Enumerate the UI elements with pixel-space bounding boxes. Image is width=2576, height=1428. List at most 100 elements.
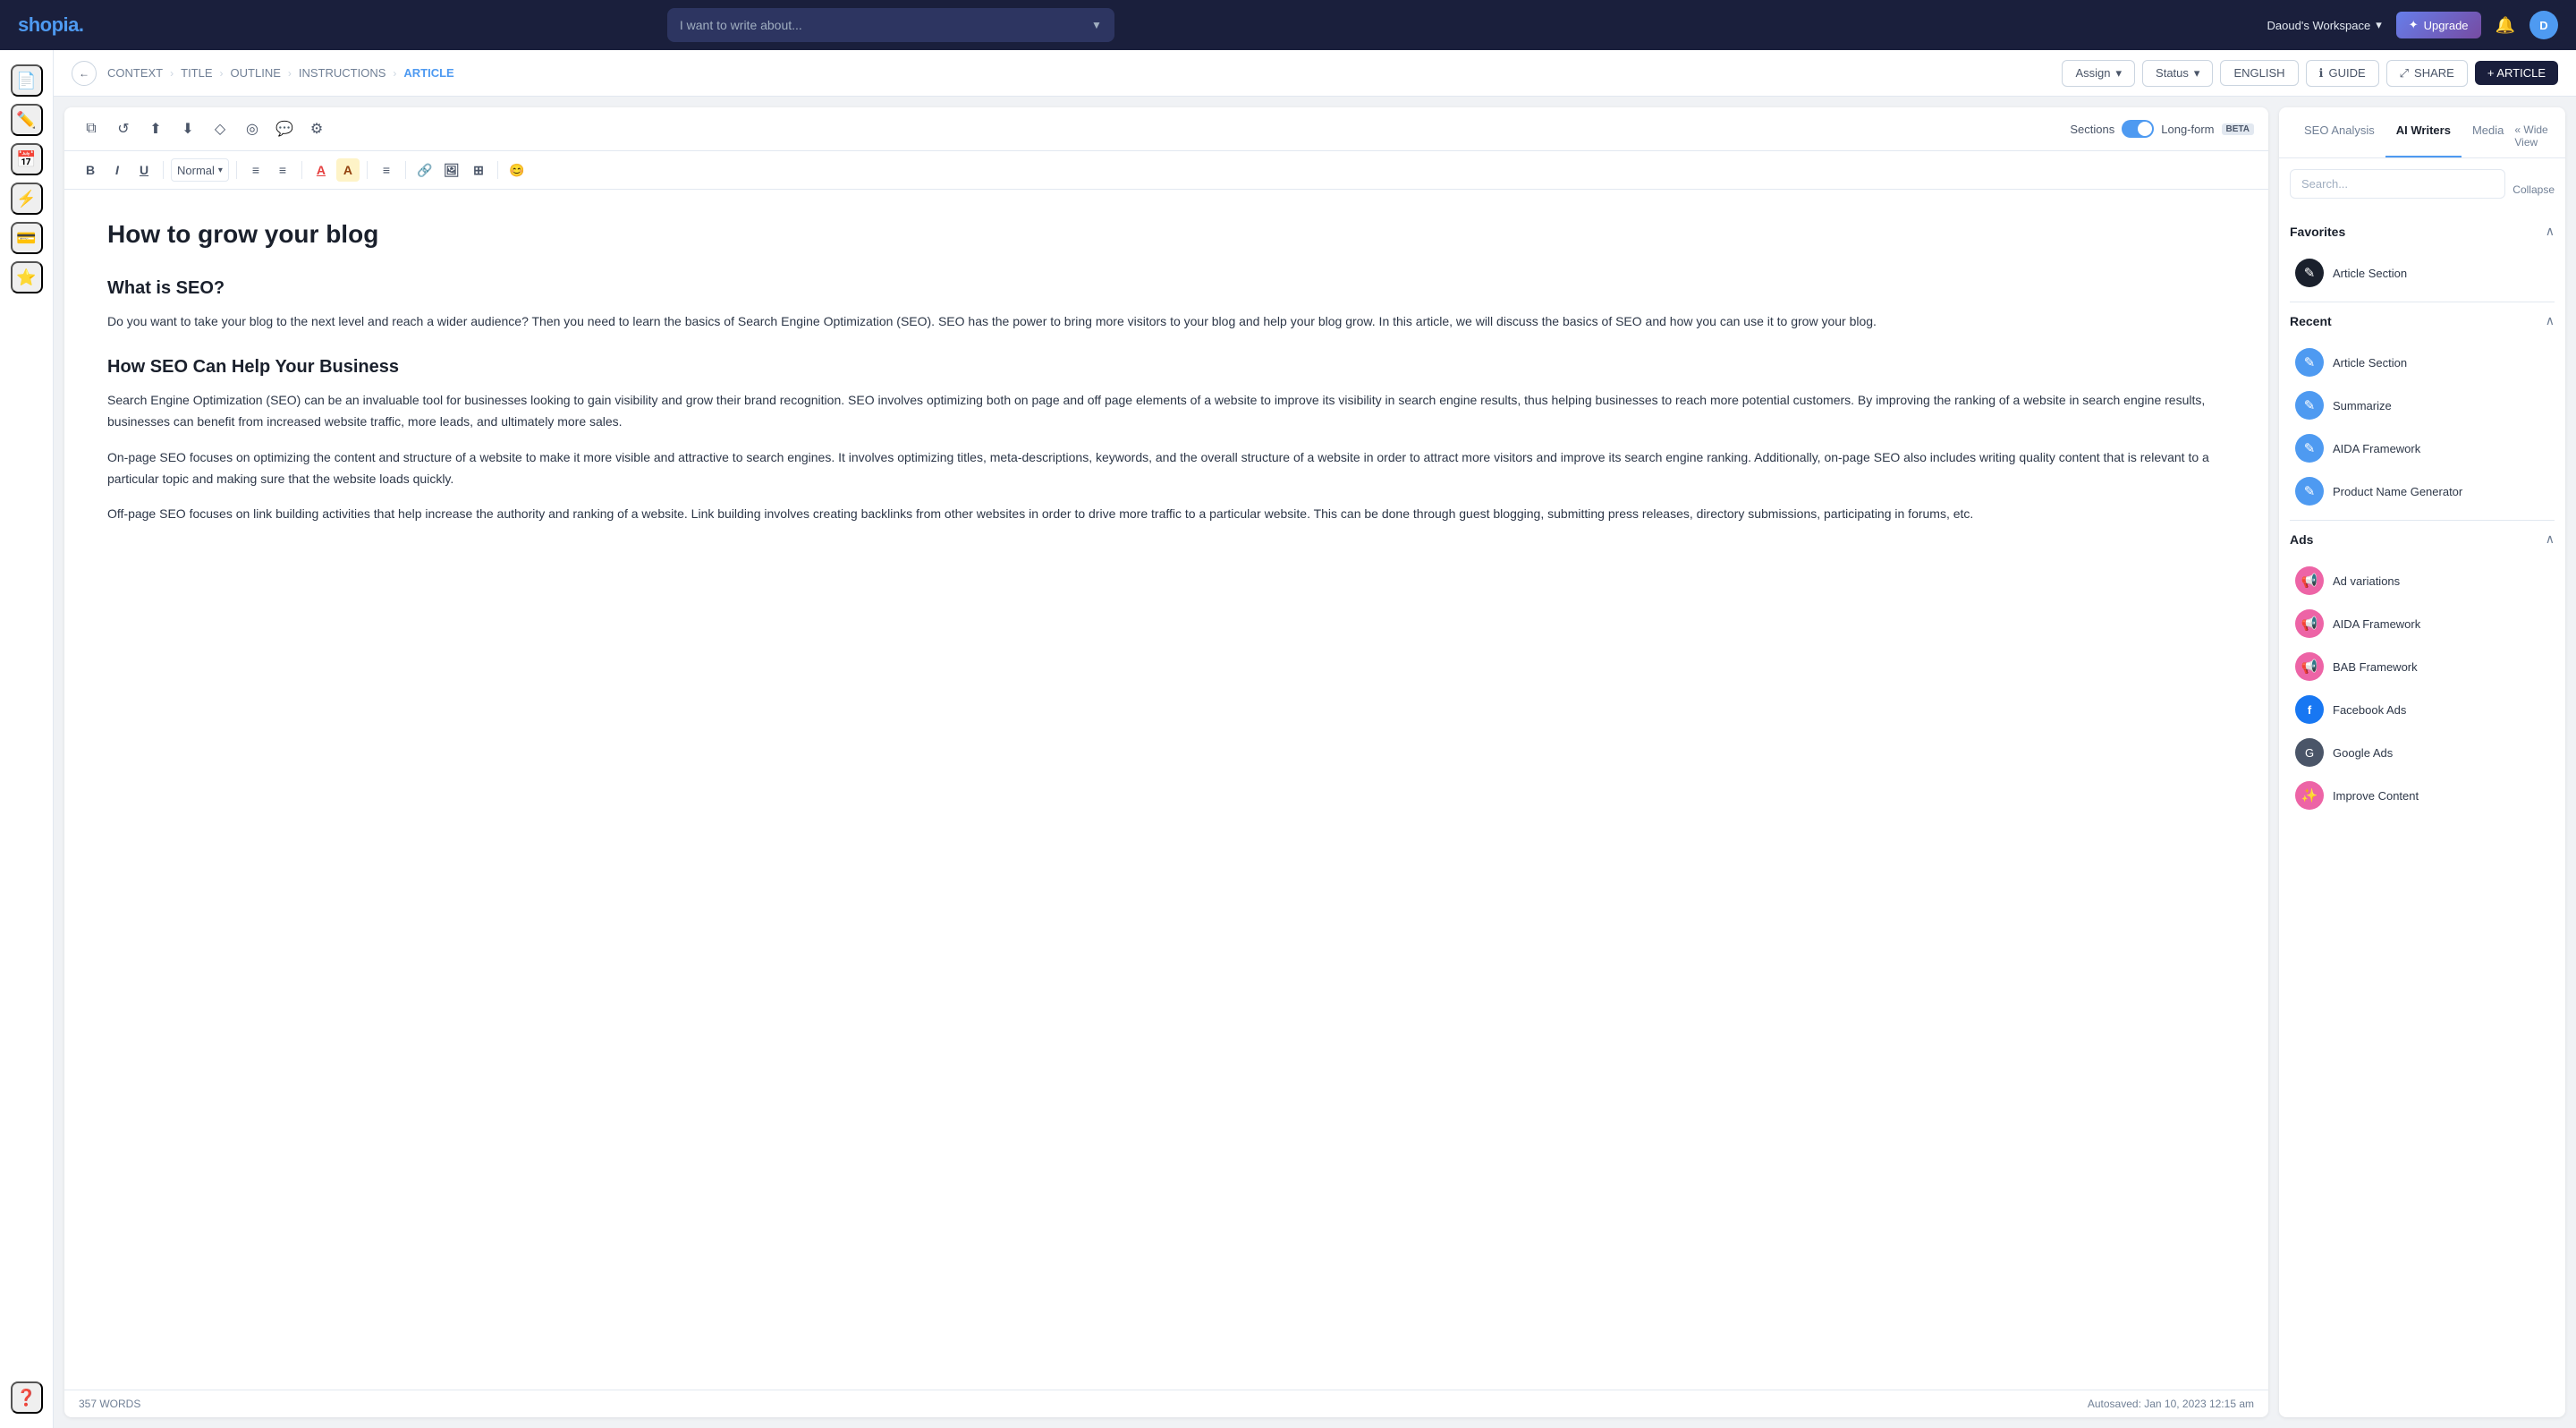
circle-icon[interactable]: ◎	[240, 116, 265, 141]
status-button[interactable]: Status ▾	[2142, 60, 2213, 87]
article-title: How to grow your blog	[107, 218, 2225, 251]
facebook-ads-icon: f	[2295, 695, 2324, 724]
bab-framework-label: BAB Framework	[2333, 660, 2418, 674]
collapse-button[interactable]: Collapse	[2512, 183, 2555, 196]
section-2-para-2: On-page SEO focuses on optimizing the co…	[107, 447, 2225, 490]
notifications-button[interactable]: 🔔	[2496, 16, 2515, 35]
section-1-heading: What is SEO?	[107, 276, 2225, 301]
word-count: 357 WORDS	[79, 1398, 140, 1410]
divider-2	[2290, 520, 2555, 521]
right-sidebar-tabs: SEO Analysis AI Writers Media « Wide Vie…	[2279, 107, 2565, 158]
improve-content-icon: ✨	[2295, 781, 2324, 810]
breadcrumb-sep-2: ›	[220, 67, 224, 80]
breadcrumb-instructions[interactable]: INSTRUCTIONS	[299, 66, 386, 80]
assign-button[interactable]: Assign ▾	[2062, 60, 2135, 87]
main-editor: ⧉ ↺ ⬆ ⬇ ◇ ◎ 💬 ⚙ Sections Long-form BETA …	[64, 107, 2268, 1417]
section-1-para-1: Do you want to take your blog to the nex…	[107, 311, 2225, 333]
aida-framework-recent-label: AIDA Framework	[2333, 442, 2420, 455]
list-item[interactable]: 📢 AIDA Framework	[2290, 602, 2555, 645]
breadcrumb-context[interactable]: CONTEXT	[107, 66, 163, 80]
editor-content[interactable]: How to grow your blog What is SEO? Do yo…	[64, 190, 2268, 1390]
undo-icon[interactable]: ↺	[111, 116, 136, 141]
settings-icon[interactable]: ⚙	[304, 116, 329, 141]
sidebar-icon-edit[interactable]: ✏️	[11, 104, 43, 136]
list-item[interactable]: ✎ Article Section	[2290, 341, 2555, 384]
underline-button[interactable]: U	[132, 158, 156, 182]
image-button[interactable]: 🖼	[440, 158, 463, 182]
ordered-list-button[interactable]: ≡	[244, 158, 267, 182]
language-button[interactable]: ENGLISH	[2220, 60, 2298, 86]
list-item[interactable]: ✎ Article Section	[2290, 251, 2555, 294]
font-color-button[interactable]: A	[309, 158, 333, 182]
diamond-icon[interactable]: ◇	[208, 116, 233, 141]
search-bar[interactable]: I want to write about... ▼	[667, 8, 1114, 42]
upload-icon[interactable]: ⬆	[143, 116, 168, 141]
bab-framework-icon: 📢	[2295, 652, 2324, 681]
table-button[interactable]: ⊞	[467, 158, 490, 182]
right-sidebar: SEO Analysis AI Writers Media « Wide Vie…	[2279, 107, 2565, 1417]
back-button[interactable]: ←	[72, 61, 97, 86]
aida-framework-recent-icon: ✎	[2295, 434, 2324, 463]
sidebar-icon-star[interactable]: ⭐	[11, 261, 43, 293]
align-button[interactable]: ≡	[375, 158, 398, 182]
section-2-para-1: Search Engine Optimization (SEO) can be …	[107, 390, 2225, 433]
format-divider-4	[367, 161, 368, 179]
style-select-chevron: ▾	[218, 166, 223, 175]
guide-icon: ℹ	[2319, 66, 2324, 81]
breadcrumb-sep-1: ›	[170, 67, 174, 80]
ads-section-header: Ads ∧	[2290, 528, 2555, 550]
bold-button[interactable]: B	[79, 158, 102, 182]
comment-icon[interactable]: 💬	[272, 116, 297, 141]
breadcrumb-title[interactable]: TITLE	[181, 66, 212, 80]
workspace-button[interactable]: Daoud's Workspace ▾	[2267, 18, 2382, 32]
format-divider-5	[405, 161, 406, 179]
wide-view-button[interactable]: « Wide View	[2514, 115, 2551, 157]
status-chevron-icon: ▾	[2194, 66, 2200, 81]
favorites-chevron-icon[interactable]: ∧	[2546, 224, 2555, 239]
download-icon[interactable]: ⬇	[175, 116, 200, 141]
sidebar-icon-lightning[interactable]: ⚡	[11, 183, 43, 215]
nav-right-actions: Daoud's Workspace ▾ ✦ Upgrade 🔔 D	[2267, 11, 2558, 39]
ad-variations-icon: 📢	[2295, 566, 2324, 595]
text-style-select[interactable]: Normal ▾	[171, 158, 229, 182]
right-sidebar-body: Collapse Favorites ∧ ✎ Article Section R…	[2279, 158, 2565, 1417]
product-name-gen-label: Product Name Generator	[2333, 485, 2462, 498]
list-item[interactable]: ✎ Summarize	[2290, 384, 2555, 427]
tab-media[interactable]: Media	[2462, 115, 2514, 157]
guide-button[interactable]: ℹ GUIDE	[2306, 60, 2379, 87]
copy-icon[interactable]: ⧉	[79, 116, 104, 141]
list-item[interactable]: ✨ Improve Content	[2290, 774, 2555, 817]
breadcrumb-sep-4: ›	[393, 67, 396, 80]
ads-chevron-icon[interactable]: ∧	[2546, 531, 2555, 547]
recent-chevron-icon[interactable]: ∧	[2546, 313, 2555, 328]
left-sidebar: 📄 ✏️ 📅 ⚡ 💳 ⭐ ❓	[0, 50, 54, 1428]
italic-button[interactable]: I	[106, 158, 129, 182]
unordered-list-button[interactable]: ≡	[271, 158, 294, 182]
list-item[interactable]: ✎ Product Name Generator	[2290, 470, 2555, 513]
sidebar-icon-document[interactable]: 📄	[11, 64, 43, 97]
sidebar-icon-card[interactable]: 💳	[11, 222, 43, 254]
list-item[interactable]: 📢 BAB Framework	[2290, 645, 2555, 688]
list-item[interactable]: ✎ AIDA Framework	[2290, 427, 2555, 470]
emoji-button[interactable]: 😊	[505, 158, 529, 182]
list-item[interactable]: f Facebook Ads	[2290, 688, 2555, 731]
font-highlight-button[interactable]: A	[336, 158, 360, 182]
new-article-button[interactable]: + ARTICLE	[2475, 61, 2558, 85]
share-button[interactable]: ⤢ SHARE	[2386, 60, 2468, 87]
sidebar-icon-calendar[interactable]: 📅	[11, 143, 43, 175]
link-button[interactable]: 🔗	[413, 158, 436, 182]
summarize-label: Summarize	[2333, 399, 2392, 412]
editor-area: ⧉ ↺ ⬆ ⬇ ◇ ◎ 💬 ⚙ Sections Long-form BETA …	[54, 97, 2576, 1428]
ai-writers-search[interactable]	[2290, 169, 2505, 199]
main-content: ← CONTEXT › TITLE › OUTLINE › INSTRUCTIO…	[54, 50, 2576, 1428]
avatar[interactable]: D	[2529, 11, 2558, 39]
list-item[interactable]: G Google Ads	[2290, 731, 2555, 774]
upgrade-button[interactable]: ✦ Upgrade	[2396, 12, 2481, 38]
sections-toggle-switch[interactable]	[2122, 120, 2154, 138]
tab-ai-writers[interactable]: AI Writers	[2385, 115, 2462, 157]
tab-seo-analysis[interactable]: SEO Analysis	[2293, 115, 2385, 157]
sidebar-icon-help[interactable]: ❓	[11, 1381, 43, 1414]
list-item[interactable]: 📢 Ad variations	[2290, 559, 2555, 602]
format-divider-2	[236, 161, 237, 179]
breadcrumb-outline[interactable]: OUTLINE	[231, 66, 281, 80]
